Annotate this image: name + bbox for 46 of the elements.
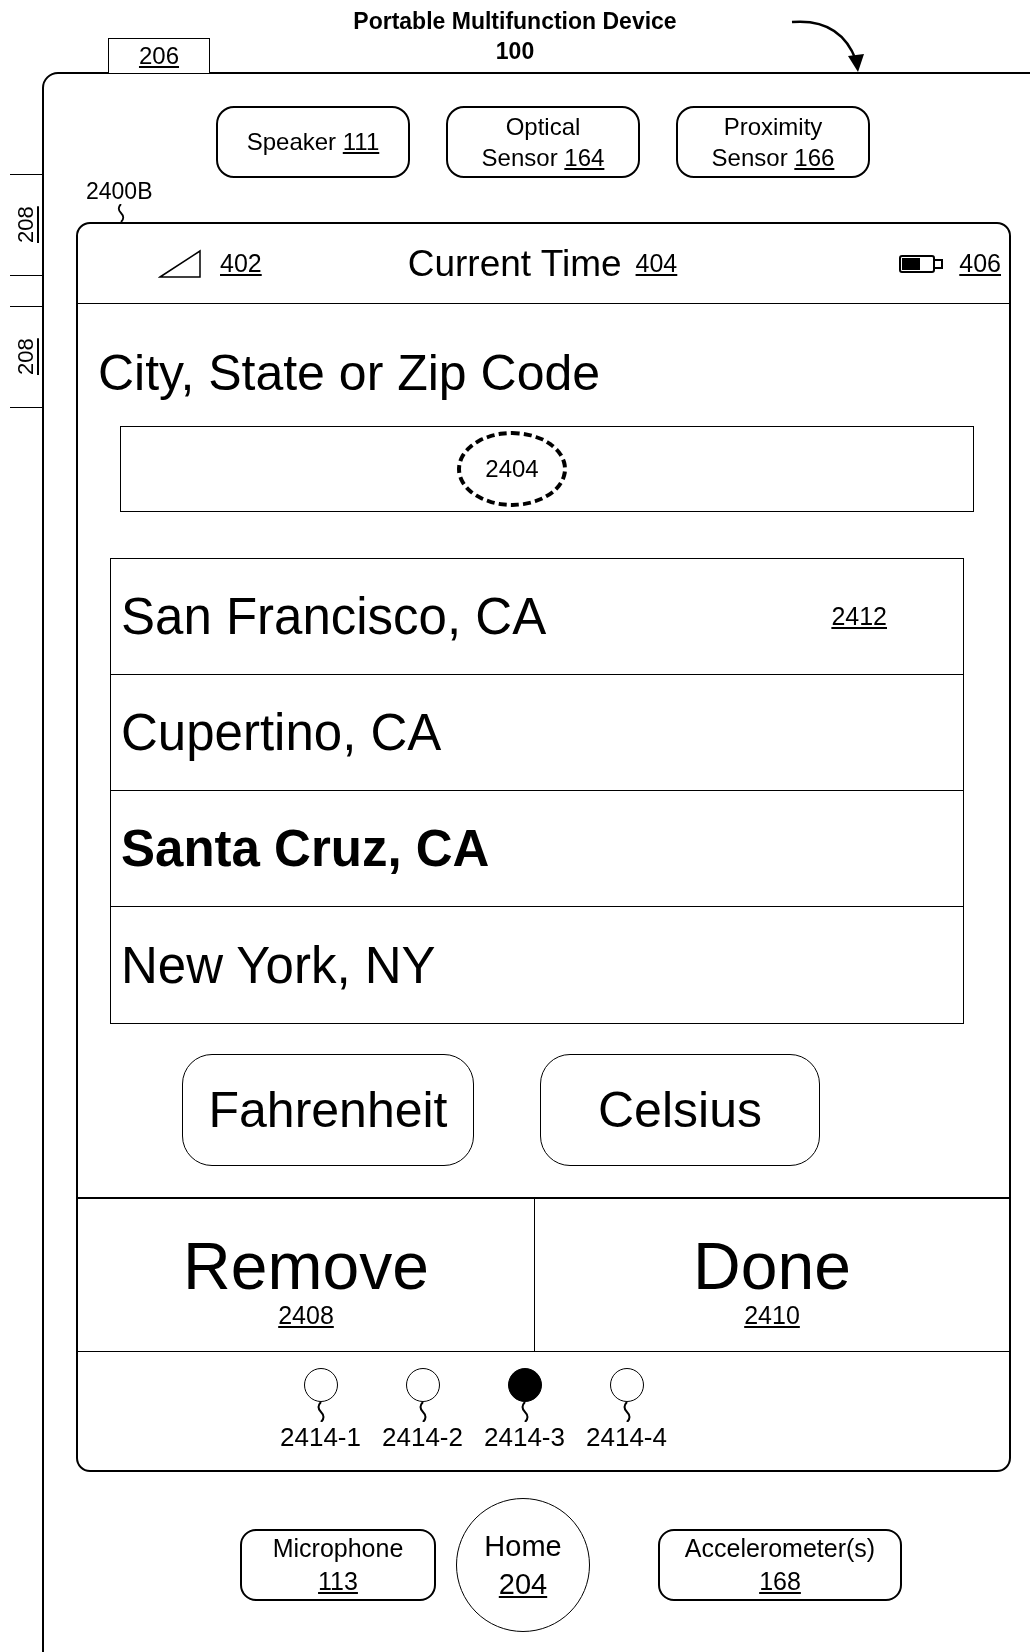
city-item[interactable]: Cupertino, CA (111, 675, 963, 791)
unit-button[interactable]: Celsius (540, 1054, 820, 1166)
signal-ref: 402 (220, 249, 262, 278)
title-ref: 404 (635, 249, 678, 278)
city-item[interactable]: New York, NY (111, 907, 963, 1023)
leader-line (621, 1402, 632, 1422)
status-title: Current Time (407, 242, 622, 285)
battery-icon (899, 253, 944, 274)
sensor-label: Optical Sensor 164 (446, 106, 640, 178)
action-button[interactable]: Done 2410 (535, 1199, 1009, 1351)
leader-line (417, 1402, 428, 1422)
action-ref: 2408 (278, 1300, 334, 1330)
sensor-label: Speaker 111 (216, 106, 410, 178)
sensor-label: Proximity Sensor 166 (676, 106, 870, 178)
action-label: Remove (183, 1230, 429, 1301)
city-ref: 2412 (831, 602, 887, 631)
leader-line (519, 1402, 530, 1422)
city-name: San Francisco, CA (121, 587, 547, 646)
signal-icon (158, 248, 202, 279)
page-dot[interactable] (507, 1368, 542, 1402)
page-dot[interactable] (303, 1368, 338, 1402)
dot-label: 2414-2 (382, 1422, 463, 1452)
hardware-label: Accelerometer(s) 168 (658, 1529, 902, 1601)
action-ref: 2410 (744, 1300, 800, 1330)
city-item[interactable]: San Francisco, CA 2412 (111, 559, 963, 675)
dot-label: 2414-3 (484, 1422, 565, 1452)
leader-line (315, 1402, 326, 1422)
hardware-label: Microphone 113 (240, 1529, 436, 1601)
dot-label: 2414-1 (280, 1422, 361, 1452)
location-field[interactable]: 2404 (120, 426, 974, 512)
page-dot[interactable] (405, 1368, 440, 1402)
battery-ref: 406 (959, 249, 1001, 278)
unit-button[interactable]: Fahrenheit (182, 1054, 474, 1166)
field-label: City, State or Zip Code (98, 344, 602, 403)
action-label: Done (693, 1230, 851, 1301)
page-dot[interactable] (609, 1368, 644, 1402)
field-ref: 2404 (457, 431, 567, 507)
figure-number: 100 (495, 37, 535, 66)
city-name: New York, NY (121, 935, 436, 995)
action-button[interactable]: Remove 2408 (78, 1199, 535, 1351)
dot-label: 2414-4 (586, 1422, 667, 1452)
city-name: Santa Cruz, CA (121, 819, 490, 878)
screen-ref: 2400B (86, 178, 154, 204)
figure-title: Portable Multifunction Device (353, 7, 677, 36)
city-item[interactable]: Santa Cruz, CA (111, 791, 963, 907)
city-name: Cupertino, CA (121, 703, 442, 762)
